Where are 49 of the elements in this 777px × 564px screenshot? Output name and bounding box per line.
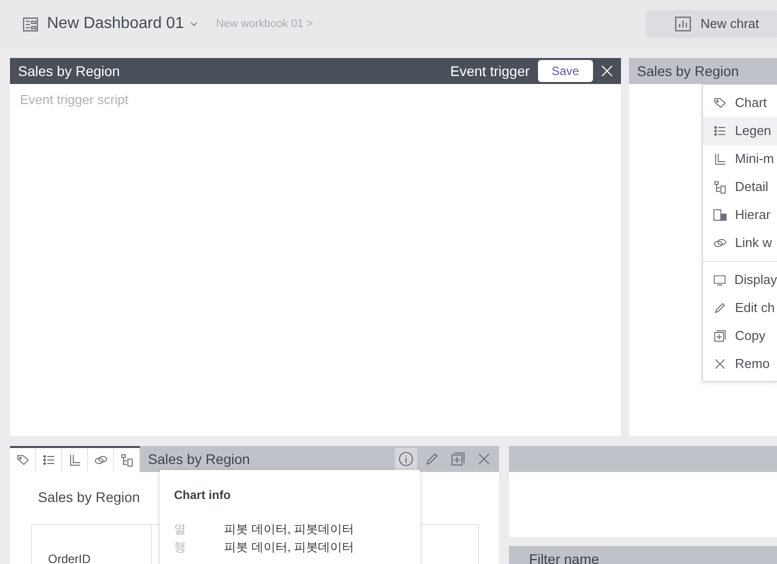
info-label: 행 <box>174 539 187 556</box>
panel-title: Sales by Region <box>637 62 739 81</box>
dashboard-title[interactable]: New Dashboard 01 <box>47 12 184 36</box>
menu-item[interactable]: Remo <box>703 350 777 378</box>
menu-item[interactable]: Link w <box>703 229 777 257</box>
copy-icon <box>713 329 727 343</box>
menu-item[interactable]: Detail <box>703 173 777 201</box>
tree-icon <box>120 453 134 467</box>
menu-item[interactable]: Display <box>703 266 777 294</box>
close-icon[interactable] <box>599 63 615 79</box>
panel-title: Sales by Region <box>148 450 250 469</box>
panel-title: Filter name <box>529 550 600 564</box>
list-icon <box>713 124 727 138</box>
pencil-icon <box>713 301 727 315</box>
info-icon <box>398 451 414 467</box>
menu-item[interactable]: Copy <box>703 322 777 350</box>
copy-icon <box>450 451 466 467</box>
panel-title: Sales by Region <box>18 62 120 81</box>
monitor-icon <box>713 273 726 287</box>
info-label: 열 <box>174 521 187 538</box>
tag-icon <box>16 453 30 467</box>
save-button[interactable]: Save <box>538 60 593 82</box>
link-icon <box>713 236 727 250</box>
close-icon <box>476 451 492 467</box>
tag-icon <box>713 96 727 110</box>
info-button[interactable] <box>395 448 417 470</box>
new-chart-button[interactable]: New chrat <box>646 10 777 38</box>
pencil-icon <box>424 451 440 467</box>
bar-chart-icon <box>674 15 692 33</box>
info-value: 피봇 데이터, 피봇데이터 <box>224 521 354 538</box>
axis-icon <box>68 453 82 467</box>
menu-item[interactable]: Edit ch <box>703 294 777 322</box>
list-icon <box>42 453 56 467</box>
column-header: OrderID <box>32 525 152 564</box>
tree-icon <box>713 180 727 194</box>
menu-item[interactable]: Chart <box>703 89 777 117</box>
script-field[interactable]: Event trigger script <box>10 84 621 436</box>
dashboard-icon <box>22 16 39 32</box>
hierarchy-icon <box>713 208 727 222</box>
link-icon <box>94 453 108 467</box>
close-icon <box>713 357 727 371</box>
event-trigger-label: Event trigger <box>450 62 530 81</box>
menu-item[interactable]: Hierar <box>703 201 777 229</box>
menu-item[interactable]: Legen <box>703 117 777 145</box>
chart-title: Sales by Region <box>38 488 140 507</box>
axis-icon <box>713 152 727 166</box>
info-value: 피봇 데이터, 피봇데이터 <box>224 539 354 556</box>
popover-title: Chart info <box>174 487 232 504</box>
menu-item[interactable]: Mini-m <box>703 145 777 173</box>
